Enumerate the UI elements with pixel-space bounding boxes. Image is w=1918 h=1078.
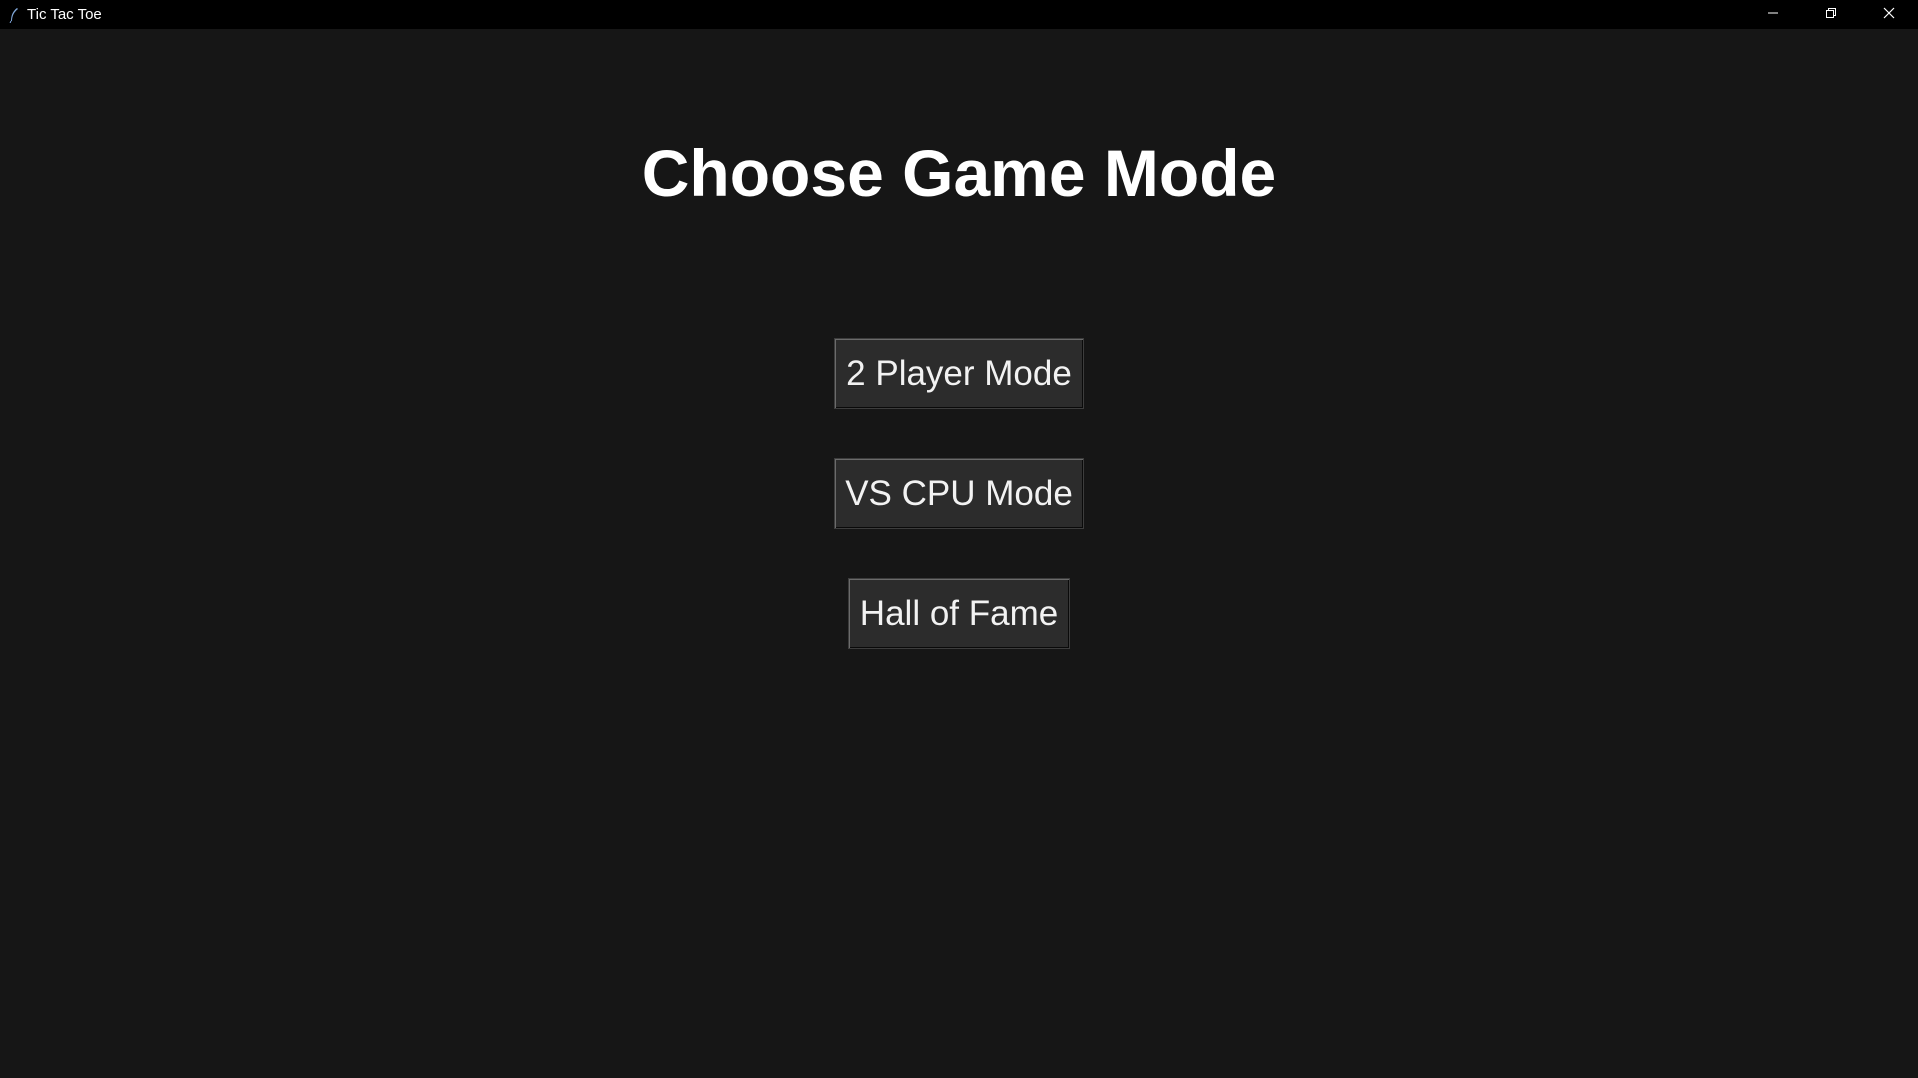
feather-icon xyxy=(7,7,21,23)
close-button[interactable] xyxy=(1860,0,1918,29)
two-player-mode-button[interactable]: 2 Player Mode xyxy=(835,339,1083,408)
page-title: Choose Game Mode xyxy=(641,136,1277,210)
restore-icon xyxy=(1825,6,1837,24)
restore-button[interactable] xyxy=(1802,0,1860,29)
hall-of-fame-button[interactable]: Hall of Fame xyxy=(849,579,1069,648)
window-controls xyxy=(1744,0,1918,29)
minimize-button[interactable] xyxy=(1744,0,1802,29)
minimize-icon xyxy=(1767,6,1779,24)
app-window: Tic Tac Toe Choose Game Mode 2 Player Mo… xyxy=(0,0,1918,1078)
close-icon xyxy=(1883,6,1895,24)
main-content: Choose Game Mode 2 Player Mode VS CPU Mo… xyxy=(0,29,1918,1078)
title-bar[interactable]: Tic Tac Toe xyxy=(0,0,1918,29)
window-title: Tic Tac Toe xyxy=(27,6,102,23)
vs-cpu-mode-button[interactable]: VS CPU Mode xyxy=(835,459,1083,528)
